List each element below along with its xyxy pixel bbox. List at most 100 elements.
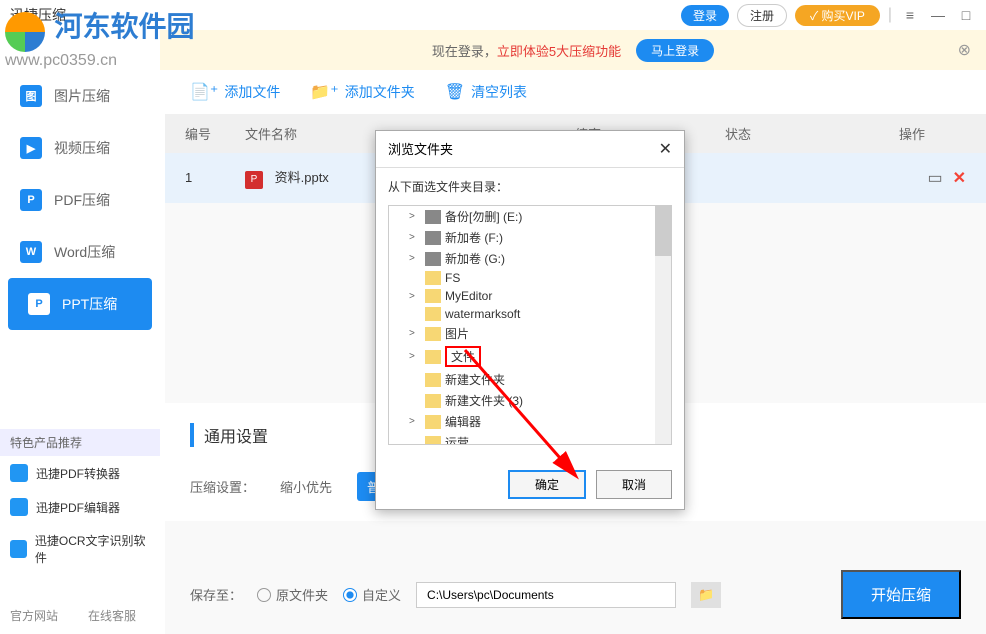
folder-icon: [425, 271, 441, 285]
tree-label: 运营: [445, 434, 469, 445]
tree-item[interactable]: 运营: [389, 432, 671, 445]
vip-button[interactable]: ✓ 购买VIP: [795, 5, 880, 26]
folder-icon: [425, 350, 441, 364]
browse-folder-button[interactable]: 📁: [691, 582, 721, 608]
tree-item[interactable]: >新加卷 (F:): [389, 227, 671, 248]
recommend-item-ocr[interactable]: 迅捷OCR文字识别软件: [0, 524, 160, 574]
promo-login-button[interactable]: 马上登录: [636, 39, 714, 62]
dialog-close-button[interactable]: ✕: [659, 139, 672, 159]
sidebar-item-ppt[interactable]: P PPT压缩: [8, 278, 152, 330]
tree-item[interactable]: >新加卷 (G:): [389, 248, 671, 269]
tree-label: 新加卷 (F:): [445, 229, 503, 246]
promo-close-button[interactable]: ⊗: [958, 40, 971, 60]
recommend-label: 迅捷OCR文字识别软件: [35, 532, 150, 566]
path-input[interactable]: [416, 582, 676, 608]
official-site-link[interactable]: 官方网站: [10, 607, 58, 624]
compress-label: 压缩设置：: [190, 477, 255, 496]
folder-tree[interactable]: >备份[勿删] (E:)>新加卷 (F:)>新加卷 (G:)FS>MyEdito…: [388, 205, 672, 445]
dialog-title: 浏览文件夹: [388, 139, 453, 159]
folder-icon: [425, 373, 441, 387]
sidebar-item-label: 图片压缩: [54, 86, 110, 106]
sidebar: 图 图片压缩 ▶ 视频压缩 P PDF压缩 W Word压缩 P PPT压缩 特…: [0, 70, 160, 634]
recommend-title: 特色产品推荐: [0, 429, 160, 456]
window-header: 迅捷压缩 登录 注册 ✓ 购买VIP | ≡ — □: [0, 0, 986, 30]
folder-icon: [425, 436, 441, 446]
tree-label: 新建文件夹: [445, 371, 505, 388]
tree-item[interactable]: FS: [389, 269, 671, 287]
browse-folder-dialog: 浏览文件夹 ✕ 从下面选文件夹目录： >备份[勿删] (E:)>新加卷 (F:)…: [375, 130, 685, 510]
tree-item[interactable]: 新建文件夹: [389, 369, 671, 390]
start-compress-button[interactable]: 开始压缩: [841, 570, 961, 619]
folder-icon: [425, 415, 441, 429]
sidebar-item-image[interactable]: 图 图片压缩: [0, 70, 160, 122]
minimize-button[interactable]: —: [928, 5, 948, 25]
tree-item[interactable]: > 图片: [389, 323, 671, 344]
compress-option: 缩小优先: [280, 477, 332, 496]
chevron-icon: >: [409, 328, 421, 339]
ok-button[interactable]: 确定: [508, 470, 586, 499]
tree-label: 编辑器: [445, 413, 481, 430]
folder-open-icon[interactable]: ▭: [927, 168, 942, 188]
tree-label: 图片: [445, 325, 469, 342]
register-button[interactable]: 注册: [737, 4, 787, 27]
dialog-buttons: 确定 取消: [376, 460, 684, 509]
sidebar-item-label: PPT压缩: [62, 294, 117, 314]
scrollbar[interactable]: [655, 206, 671, 444]
add-file-icon: 📄⁺: [190, 82, 218, 102]
chevron-icon: >: [409, 291, 421, 302]
add-folder-button[interactable]: 📁⁺ 添加文件夹: [310, 82, 414, 102]
tree-item[interactable]: 新建文件夹 (3): [389, 390, 671, 411]
maximize-button[interactable]: □: [956, 5, 976, 25]
dialog-header: 浏览文件夹 ✕: [376, 131, 684, 168]
chevron-icon: >: [409, 351, 421, 362]
toolbar: 📄⁺ 添加文件 📁⁺ 添加文件夹 🗑 清空列表: [165, 70, 986, 114]
tree-item[interactable]: > 备份[勿删] (E:): [389, 206, 671, 227]
pdf-icon: P: [20, 189, 42, 211]
tree-label: watermarksoft: [445, 307, 520, 321]
sidebar-item-label: 视频压缩: [54, 138, 110, 158]
drive-icon: [425, 231, 441, 245]
add-file-button[interactable]: 📄⁺ 添加文件: [190, 82, 280, 102]
clear-list-button[interactable]: 🗑 清空列表: [445, 82, 527, 102]
delete-row-button[interactable]: ✕: [953, 168, 966, 188]
cancel-button[interactable]: 取消: [596, 470, 672, 499]
app-icon: [10, 464, 28, 482]
app-icon: [10, 498, 28, 516]
word-icon: W: [20, 241, 42, 263]
tree-item[interactable]: >编辑器: [389, 411, 671, 432]
tree-label: 文件: [445, 346, 481, 367]
tree-item[interactable]: > MyEditor: [389, 287, 671, 305]
col-num: 编号: [185, 124, 245, 143]
menu-icon[interactable]: ≡: [900, 5, 920, 25]
chevron-icon: >: [409, 253, 421, 264]
video-icon: ▶: [20, 137, 42, 159]
recommend-item-pdf-editor[interactable]: 迅捷PDF编辑器: [0, 490, 160, 524]
tree-label: FS: [445, 271, 460, 285]
app-title: 迅捷压缩: [10, 5, 66, 25]
chevron-icon: >: [409, 211, 421, 222]
sidebar-item-label: PDF压缩: [54, 190, 110, 210]
online-service-link[interactable]: 在线客服: [88, 607, 136, 624]
drive-icon: [425, 210, 441, 224]
tree-item[interactable]: > 文件: [389, 344, 671, 369]
row-num: 1: [185, 170, 245, 185]
ppt-icon: P: [28, 293, 50, 315]
sidebar-item-video[interactable]: ▶ 视频压缩: [0, 122, 160, 174]
radio-checked-icon: [343, 588, 357, 602]
tree-item[interactable]: watermarksoft: [389, 305, 671, 323]
login-button[interactable]: 登录: [681, 5, 729, 26]
sidebar-item-pdf[interactable]: P PDF压缩: [0, 174, 160, 226]
promo-bar: 现在登录，立即体验5大压缩功能 马上登录 ⊗: [160, 30, 986, 70]
tree-label: 备份[勿删] (E:): [445, 208, 522, 225]
recommend-section: 特色产品推荐 迅捷PDF转换器 迅捷PDF编辑器 迅捷OCR文字识别软件: [0, 429, 160, 574]
folder-icon: [425, 289, 441, 303]
recommend-label: 迅捷PDF编辑器: [36, 499, 120, 516]
radio-custom[interactable]: 自定义: [343, 585, 401, 604]
recommend-item-pdf-converter[interactable]: 迅捷PDF转换器: [0, 456, 160, 490]
tree-label: MyEditor: [445, 289, 492, 303]
sidebar-item-word[interactable]: W Word压缩: [0, 226, 160, 278]
drive-icon: [425, 252, 441, 266]
promo-text: 现在登录，立即体验5大压缩功能: [432, 41, 621, 60]
radio-original[interactable]: 原文件夹: [257, 585, 328, 604]
folder-icon: [425, 327, 441, 341]
